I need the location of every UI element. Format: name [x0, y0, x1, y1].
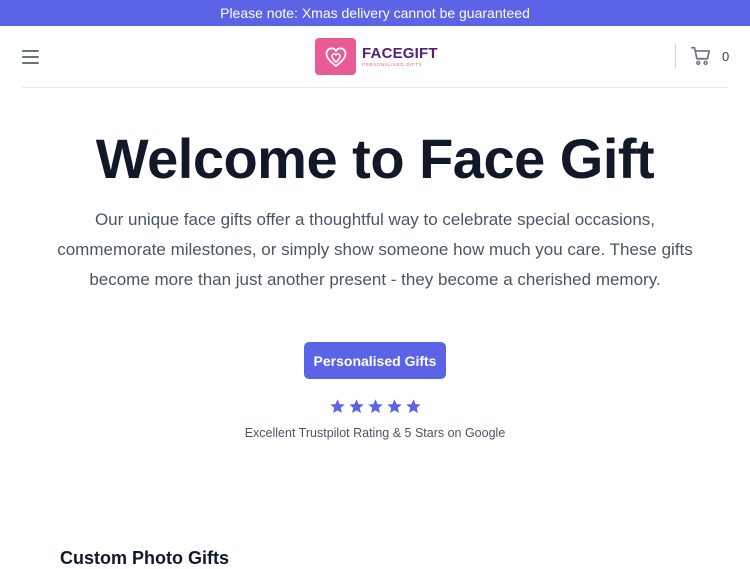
logo-name: FACEGIFT — [362, 44, 438, 62]
header-divider — [675, 44, 676, 68]
site-header: FACEGIFT PERSONALISED GIFTS 0 — [0, 26, 750, 88]
star-icon — [387, 399, 402, 414]
cart-count: 0 — [722, 48, 730, 64]
page-title: Welcome to Face Gift — [95, 127, 655, 190]
menu-line — [22, 50, 39, 52]
logo-text: FACEGIFT PERSONALISED GIFTS — [362, 46, 438, 68]
hamburger-menu-icon[interactable] — [22, 47, 44, 67]
rating-text: Excellent Trustpilot Rating & 5 Stars on… — [244, 426, 506, 440]
star-icon — [349, 399, 364, 414]
menu-line — [22, 62, 39, 64]
rating-stars — [329, 398, 422, 416]
personalised-gifts-button[interactable]: Personalised Gifts — [304, 342, 446, 379]
star-icon — [406, 399, 421, 414]
cart-button[interactable]: 0 — [690, 44, 729, 68]
logo-tagline: PERSONALISED GIFTS — [362, 61, 423, 67]
star-icon — [330, 399, 345, 414]
header-divider-line — [22, 87, 728, 88]
heart-logo-icon — [315, 38, 356, 75]
menu-line — [22, 56, 39, 58]
shopping-cart-icon — [691, 46, 711, 66]
heart-svg — [325, 46, 346, 67]
section-heading: Custom Photo Gifts — [60, 548, 229, 568]
hero-description: Our unique face gifts offer a thoughtful… — [57, 210, 693, 289]
site-logo[interactable]: FACEGIFT PERSONALISED GIFTS — [315, 38, 438, 75]
announcement-bar: Please note: Xmas delivery cannot be gua… — [0, 0, 750, 26]
announcement-text: Please note: Xmas delivery cannot be gua… — [220, 5, 530, 21]
star-icon — [368, 399, 383, 414]
